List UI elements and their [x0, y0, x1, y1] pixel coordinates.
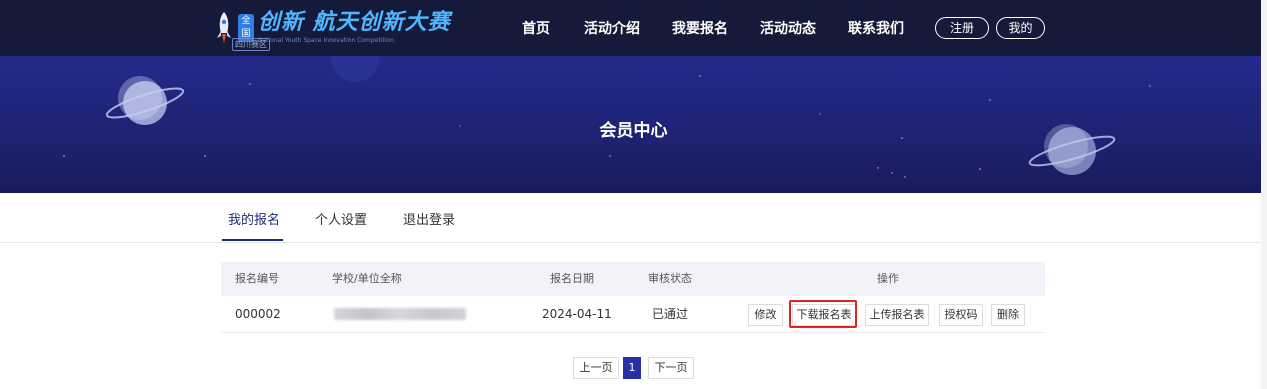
rocket-icon	[216, 11, 232, 45]
column-header-date: 报名日期	[550, 272, 594, 285]
prev-page-button[interactable]: 上一页	[573, 357, 619, 379]
register-button[interactable]: 注册	[935, 17, 989, 39]
member-tabs: 我的报名 个人设置 退出登录	[0, 193, 1267, 243]
tab-logout[interactable]: 退出登录	[403, 209, 455, 228]
logo-subtitle: National Youth Space Innovation Competit…	[258, 37, 394, 44]
registration-table: 报名编号 学校/单位全称 报名日期 审核状态 操作 000002 2024-04…	[221, 262, 1045, 333]
edit-button[interactable]: 修改	[748, 304, 783, 326]
logo-title: 创新 航天创新大赛	[258, 10, 451, 35]
column-header-status: 审核状态	[648, 272, 692, 285]
registration-id: 000002	[235, 307, 281, 321]
next-page-button[interactable]: 下一页	[648, 357, 694, 379]
current-page[interactable]: 1	[623, 357, 641, 379]
nav-activity-intro[interactable]: 活动介绍	[584, 18, 640, 38]
table-header: 报名编号 学校/单位全称 报名日期 审核状态 操作	[221, 262, 1045, 296]
school-name-redacted	[334, 308, 466, 320]
nav-register-entry[interactable]: 我要报名	[672, 18, 728, 38]
active-tab-indicator	[222, 239, 283, 241]
tab-personal-settings[interactable]: 个人设置	[315, 209, 367, 228]
nav-activity-news[interactable]: 活动动态	[760, 18, 816, 38]
column-header-actions: 操作	[877, 272, 899, 285]
column-header-school: 学校/单位全称	[332, 272, 402, 285]
nav-contact-us[interactable]: 联系我们	[848, 18, 904, 38]
delete-button[interactable]: 删除	[991, 304, 1025, 326]
registration-date: 2024-04-11	[542, 307, 612, 321]
download-form-button[interactable]: 下载报名表	[792, 304, 856, 326]
hero-banner: 会员中心	[0, 56, 1267, 193]
top-navbar: 全国 创新 航天创新大赛 National Youth Space Innova…	[0, 0, 1267, 56]
site-logo[interactable]: 全国 创新 航天创新大赛 National Youth Space Innova…	[216, 6, 451, 51]
my-account-button[interactable]: 我的	[996, 17, 1045, 39]
logo-region: 四川赛区	[232, 38, 270, 51]
nav-home[interactable]: 首页	[522, 18, 550, 38]
scrollbar[interactable]	[1261, 0, 1267, 389]
table-row: 000002 2024-04-11 已通过 修改 下载报名表 上传报名表 授权码…	[221, 296, 1045, 333]
auth-code-button[interactable]: 授权码	[939, 304, 983, 326]
upload-form-button[interactable]: 上传报名表	[865, 304, 929, 326]
page-title: 会员中心	[599, 121, 668, 141]
tab-my-registration[interactable]: 我的报名	[228, 209, 280, 228]
review-status: 已通过	[652, 307, 689, 321]
column-header-id: 报名编号	[235, 272, 279, 285]
